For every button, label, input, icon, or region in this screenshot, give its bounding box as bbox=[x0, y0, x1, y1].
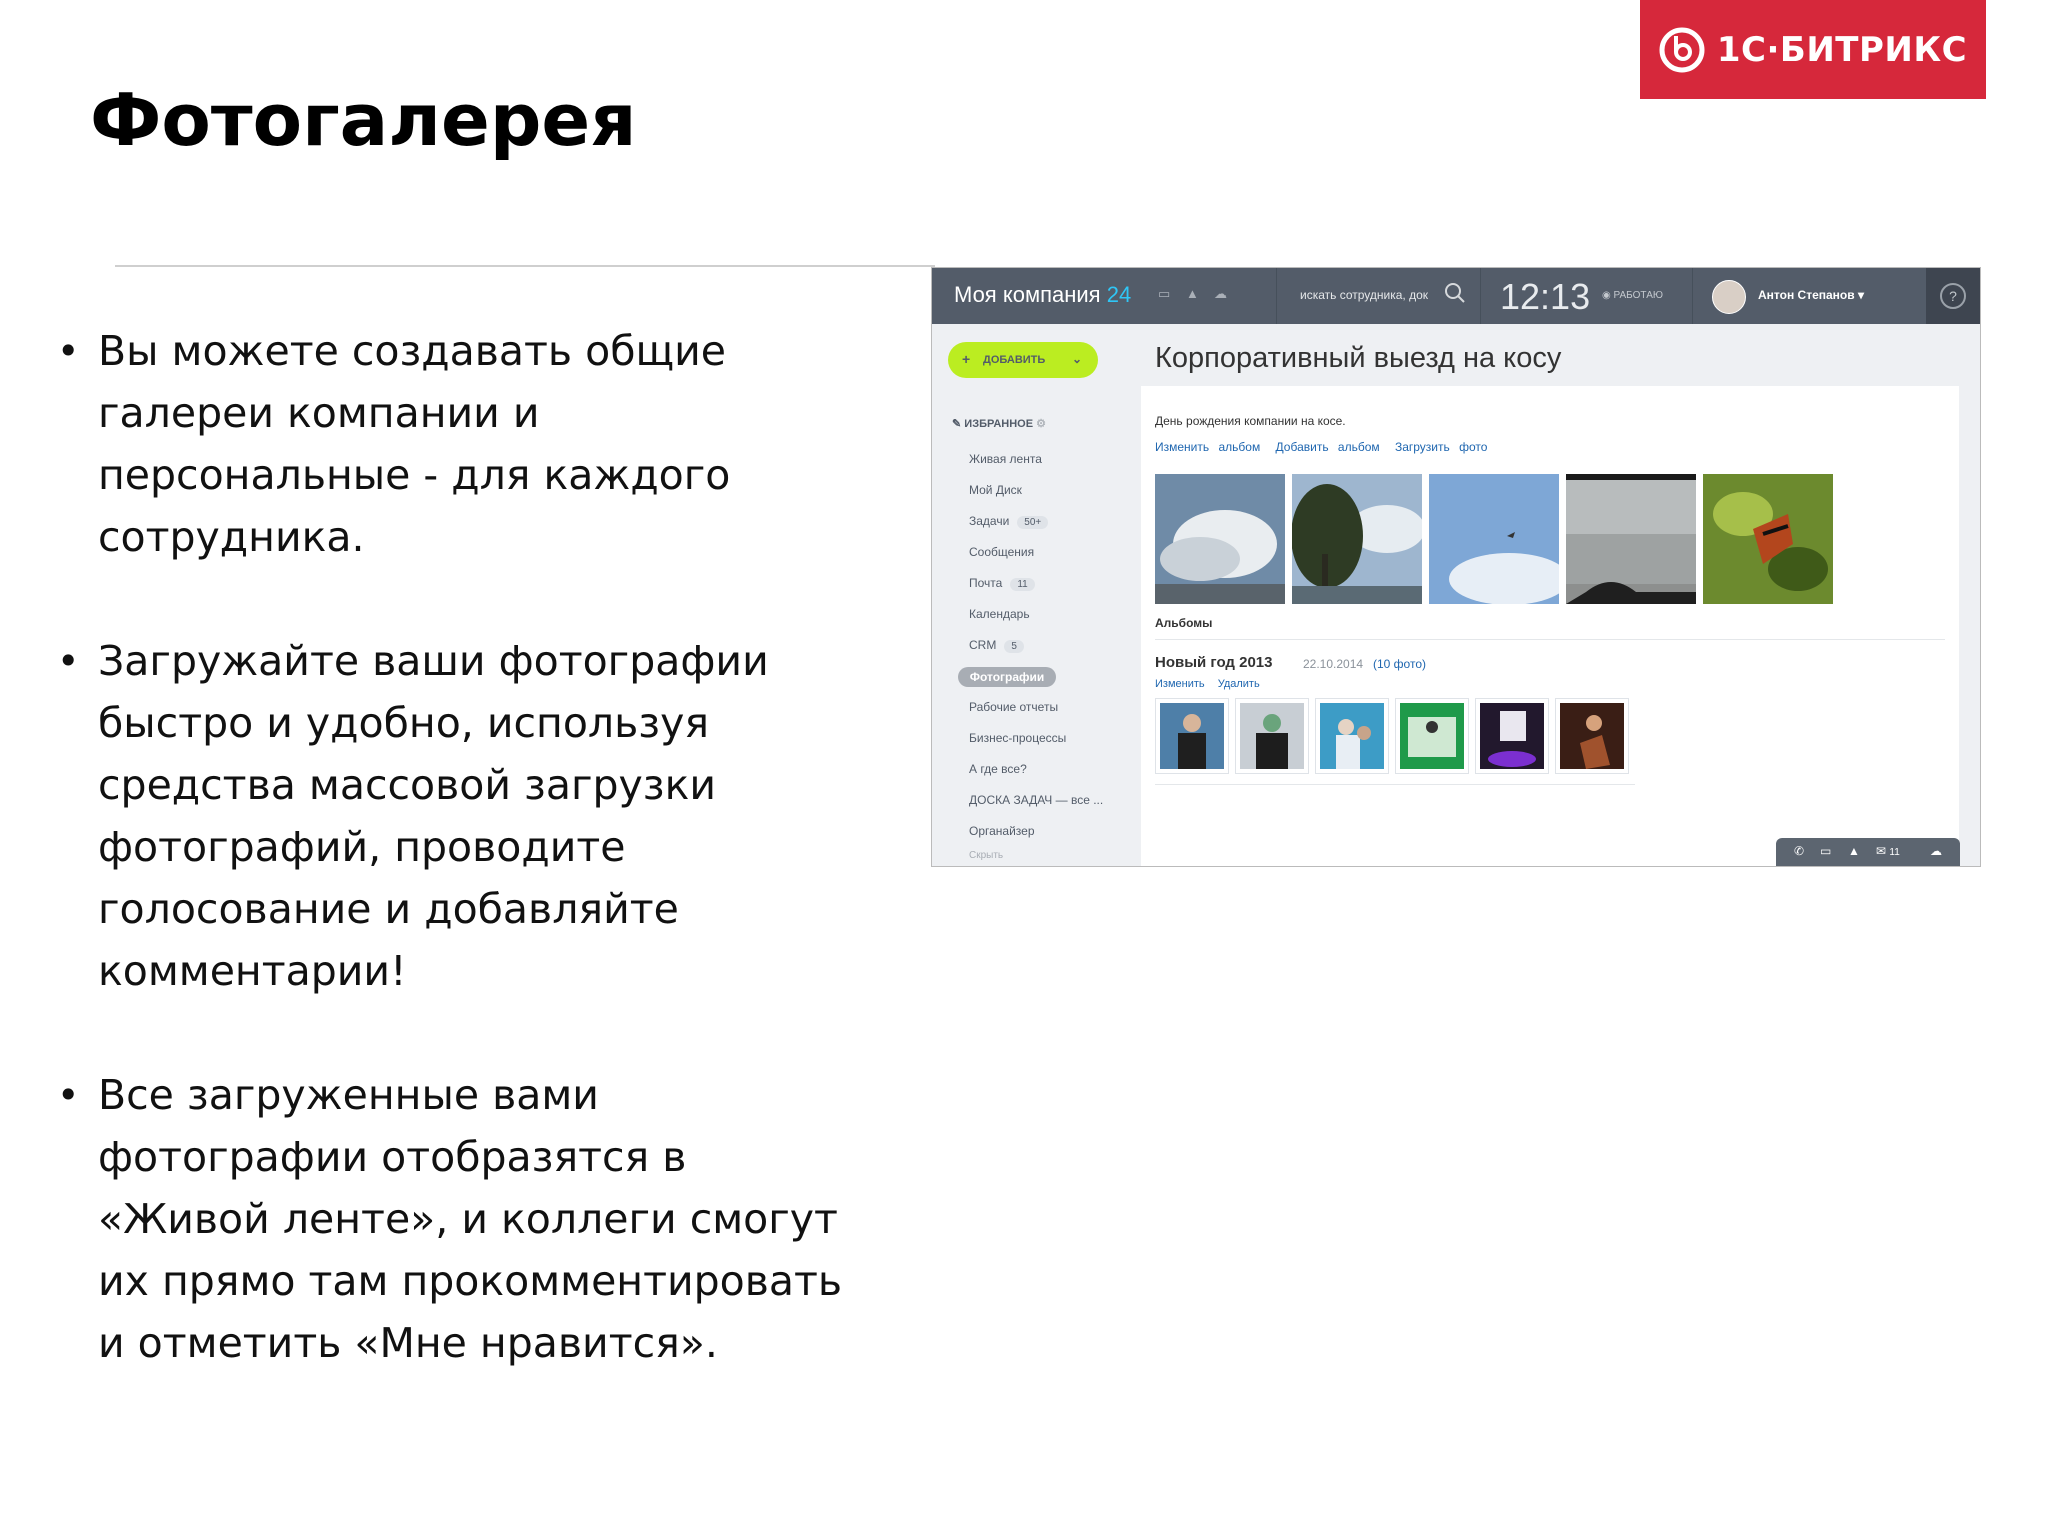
album-photo[interactable] bbox=[1395, 698, 1469, 774]
bullet-item: • Вы можете создавать общие галереи компа… bbox=[55, 320, 845, 568]
bullet-item: • Все загруженные вами фотографии отобраз… bbox=[55, 1064, 845, 1374]
company-name[interactable]: Моя компания 24 bbox=[954, 282, 1131, 308]
brand-logo: 1С·БИТРИКС bbox=[1640, 0, 1986, 99]
logo-text: 1С·БИТРИКС bbox=[1716, 29, 1968, 70]
upload-photo-link[interactable]: Загрузить фото bbox=[1395, 440, 1487, 454]
sidebar-item-calendar[interactable]: Календарь bbox=[969, 607, 1030, 621]
separator bbox=[1692, 268, 1693, 324]
sidebar-item-live-feed[interactable]: Живая лента bbox=[969, 452, 1042, 466]
photo-thumbnail[interactable] bbox=[1155, 474, 1285, 604]
plus-icon: + bbox=[962, 351, 971, 367]
user-menu[interactable]: Антон Степанов ▾ bbox=[1758, 288, 1864, 302]
slide-title: Фотогалерея bbox=[90, 78, 637, 162]
sidebar: + ДОБАВИТЬ ⌄ ✎ ИЗБРАННОЕ ⚙ Живая лента М… bbox=[932, 324, 1141, 866]
search-icon[interactable] bbox=[1443, 281, 1467, 305]
chevron-down-icon: ⌄ bbox=[1072, 352, 1083, 366]
bullet-item: • Загружайте ваши фотографии быстро и удо… bbox=[55, 630, 845, 1002]
edit-album-link[interactable]: Изменить альбом bbox=[1155, 440, 1260, 454]
delete-link[interactable]: Удалить bbox=[1218, 678, 1260, 690]
gallery-panel: День рождения компании на косе. Изменить… bbox=[1141, 386, 1959, 866]
photo-thumbnail[interactable] bbox=[1566, 474, 1696, 604]
bitrix-logo-icon bbox=[1659, 27, 1705, 72]
add-button[interactable]: + ДОБАВИТЬ ⌄ bbox=[948, 342, 1098, 378]
mail-icon[interactable]: ✉ 11 bbox=[1876, 844, 1900, 858]
photo-thumbnail[interactable] bbox=[1292, 474, 1422, 604]
bell-icon[interactable]: ▲ bbox=[1848, 844, 1860, 858]
album-photo[interactable] bbox=[1155, 698, 1229, 774]
bullet-dot-icon: • bbox=[57, 639, 80, 683]
sidebar-item-crm[interactable]: CRM 5 bbox=[969, 638, 1024, 653]
edit-link[interactable]: Изменить bbox=[1155, 678, 1205, 690]
album-photo-count[interactable]: (10 фото) bbox=[1373, 657, 1426, 671]
bullet-list: • Вы можете создавать общие галереи компа… bbox=[55, 320, 845, 1436]
divider bbox=[115, 265, 935, 267]
sidebar-item-messages[interactable]: Сообщения bbox=[969, 545, 1034, 559]
album-photo[interactable] bbox=[1555, 698, 1629, 774]
count-badge: 5 bbox=[1004, 640, 1024, 653]
cloud-icon[interactable]: ☁ bbox=[1930, 844, 1942, 858]
cloud-icon[interactable]: ☁ bbox=[1214, 286, 1230, 301]
chat-icon[interactable]: ▭ bbox=[1158, 286, 1174, 301]
album-photo[interactable] bbox=[1475, 698, 1549, 774]
photo-thumbnail[interactable] bbox=[1429, 474, 1559, 604]
sidebar-item-work-reports[interactable]: Рабочие отчеты bbox=[969, 700, 1058, 714]
work-status[interactable]: ◉ РАБОТАЮ bbox=[1602, 290, 1663, 301]
bell-icon[interactable]: ▲ bbox=[1186, 286, 1202, 301]
sidebar-item-photos[interactable]: Фотографии bbox=[958, 667, 1056, 687]
sidebar-item-mail[interactable]: Почта 11 bbox=[969, 576, 1035, 591]
album-photo[interactable] bbox=[1235, 698, 1309, 774]
divider bbox=[1155, 784, 1635, 785]
bullet-dot-icon: • bbox=[57, 329, 80, 373]
page-title: Корпоративный выезд на косу bbox=[1155, 342, 1562, 374]
search-input[interactable]: искать сотрудника, док bbox=[1300, 288, 1428, 302]
photo-thumbnail[interactable] bbox=[1703, 474, 1833, 604]
help-button[interactable]: ? bbox=[1926, 268, 1980, 324]
sidebar-item-where-all[interactable]: А где все? bbox=[969, 762, 1027, 776]
album-photo[interactable] bbox=[1315, 698, 1389, 774]
favorites-header[interactable]: ✎ ИЗБРАННОЕ ⚙ bbox=[952, 417, 1046, 430]
help-icon: ? bbox=[1940, 283, 1966, 309]
clock-time[interactable]: 12:13 bbox=[1500, 276, 1590, 318]
sidebar-item-organizer[interactable]: Органайзер bbox=[969, 824, 1035, 838]
sidebar-item-my-disk[interactable]: Мой Диск bbox=[969, 483, 1022, 497]
sidebar-item-tasks[interactable]: Задачи 50+ bbox=[969, 514, 1049, 529]
separator bbox=[1276, 268, 1277, 324]
sidebar-hide-link[interactable]: Скрыть bbox=[969, 850, 1003, 861]
gear-icon: ⚙ bbox=[1036, 418, 1047, 430]
sidebar-item-business-processes[interactable]: Бизнес-процессы bbox=[969, 731, 1066, 745]
album-actions: Изменить альбом Добавить альбом Загрузит… bbox=[1155, 440, 1493, 454]
app-screenshot: Моя компания 24 ▭ ▲ ☁ искать сотрудника,… bbox=[931, 267, 1981, 867]
avatar[interactable] bbox=[1712, 280, 1746, 314]
album-date: 22.10.2014 bbox=[1303, 657, 1364, 671]
top-bar: Моя компания 24 ▭ ▲ ☁ искать сотрудника,… bbox=[932, 268, 1980, 324]
sidebar-item-task-board[interactable]: ДОСКА ЗАДАЧ — все ... bbox=[969, 793, 1103, 807]
count-badge: 50+ bbox=[1017, 516, 1049, 529]
album-item-actions: Изменить Удалить bbox=[1155, 678, 1266, 690]
album-title[interactable]: Новый год 2013 bbox=[1155, 654, 1273, 671]
bullet-dot-icon: • bbox=[57, 1073, 80, 1117]
album-description: День рождения компании на косе. bbox=[1155, 414, 1346, 428]
bottom-toolbar: ✆ ▭ ▲ ✉ 11 ☁ bbox=[1776, 838, 1960, 866]
count-badge: 11 bbox=[1010, 578, 1035, 591]
phone-icon[interactable]: ✆ bbox=[1794, 844, 1804, 858]
separator bbox=[1480, 268, 1481, 324]
divider bbox=[1155, 639, 1945, 640]
albums-heading: Альбомы bbox=[1155, 616, 1213, 630]
main-content: Корпоративный выезд на косу День рождени… bbox=[1141, 324, 1980, 866]
add-album-link[interactable]: Добавить альбом bbox=[1276, 440, 1380, 454]
screen-icon[interactable]: ▭ bbox=[1820, 844, 1831, 858]
